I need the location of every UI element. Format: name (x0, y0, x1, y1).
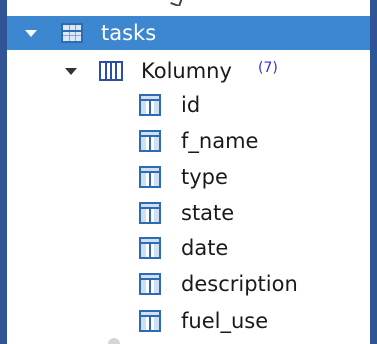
tree-node-column-id[interactable]: id (7, 88, 370, 122)
tree-node-column-fuel_use[interactable]: fuel_use (7, 304, 370, 338)
column-count-badge: (7) (258, 60, 278, 76)
tree-node-label: tasks (101, 21, 157, 45)
tree-node-label: f_name (181, 129, 259, 153)
tree-node-label: description (181, 272, 298, 296)
tree-node-column-description[interactable]: description (7, 267, 370, 301)
next-item-fragment (108, 338, 120, 344)
window-frame-right (370, 0, 377, 344)
tree-node-column-type[interactable]: type (7, 160, 370, 194)
column-icon (139, 237, 161, 259)
tree-node-column-state[interactable]: state (7, 196, 370, 230)
columns-folder-icon (99, 61, 123, 81)
column-icon (139, 166, 161, 188)
window-frame-left (0, 0, 7, 344)
previous-item-fragment (170, 0, 184, 6)
tree-node-column-f_name[interactable]: f_name (7, 124, 370, 158)
column-icon (139, 202, 161, 224)
tree-node-label: type (181, 165, 228, 189)
expand-arrow-icon[interactable] (25, 30, 37, 37)
column-icon (139, 310, 161, 332)
tree-node-table-tasks[interactable]: tasks (7, 16, 370, 50)
tree-node-label: Kolumny (141, 59, 232, 83)
tree-node-label: date (181, 236, 229, 260)
column-icon (139, 273, 161, 295)
column-icon (139, 94, 161, 116)
tree-node-label: id (181, 93, 201, 117)
tree-node-column-date[interactable]: date (7, 231, 370, 265)
tree-node-columns-folder[interactable]: Kolumny (7) (7, 54, 370, 88)
table-icon (61, 23, 83, 43)
column-icon (139, 130, 161, 152)
tree-node-label: state (181, 201, 235, 225)
tree-node-label: fuel_use (181, 309, 269, 333)
expand-arrow-icon[interactable] (65, 68, 77, 75)
